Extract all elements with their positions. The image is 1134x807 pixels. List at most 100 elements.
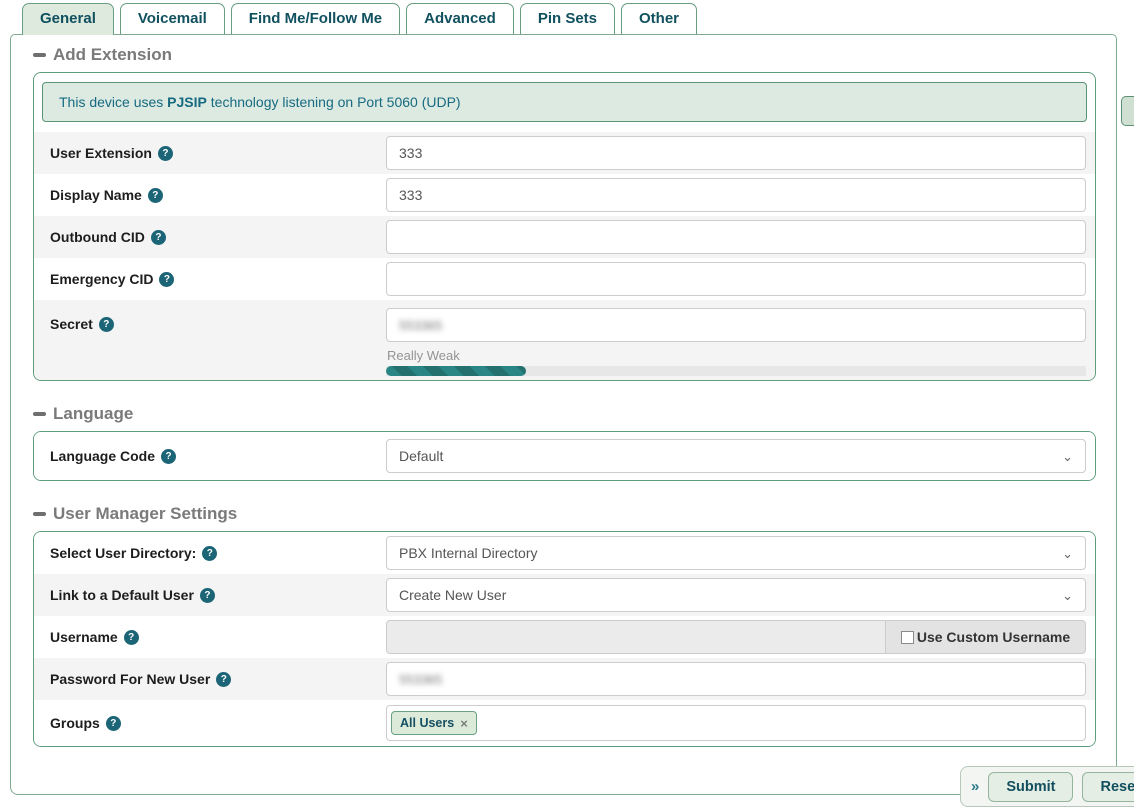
section-title: User Manager Settings	[53, 504, 237, 524]
password-value-redacted: 553365	[399, 672, 442, 687]
groups-row: Groups ? All Users ×	[34, 700, 1095, 746]
help-icon[interactable]: ?	[148, 188, 163, 203]
username-label-wrap: Username ?	[50, 629, 386, 645]
link-default-user-select[interactable]: Create New User ⌄	[386, 578, 1086, 612]
help-icon[interactable]: ?	[158, 146, 173, 161]
collapse-icon[interactable]	[33, 512, 46, 516]
user-directory-row: Select User Directory: ? PBX Internal Di…	[34, 532, 1095, 574]
password-new-user-label: Password For New User	[50, 671, 210, 687]
outbound-cid-label: Outbound CID	[50, 229, 145, 245]
user-extension-input[interactable]	[386, 136, 1086, 170]
groups-multiselect[interactable]: All Users ×	[386, 705, 1086, 741]
outbound-cid-input[interactable]	[386, 220, 1086, 254]
language-fieldset: Language Code ? Default ⌄	[33, 431, 1096, 481]
tab-general[interactable]: General	[22, 3, 114, 35]
pjsip-notice: This device uses PJSIP technology listen…	[42, 82, 1087, 122]
user-extension-label: User Extension	[50, 145, 152, 161]
collapse-icon[interactable]	[33, 53, 46, 57]
user-manager-fieldset: Select User Directory: ? PBX Internal Di…	[33, 531, 1096, 747]
secret-label-wrap: Secret ?	[50, 316, 386, 332]
help-icon[interactable]: ?	[124, 630, 139, 645]
password-new-user-label-wrap: Password For New User ?	[50, 671, 386, 687]
chevron-down-icon: ⌄	[1062, 450, 1073, 463]
user-directory-select[interactable]: PBX Internal Directory ⌄	[386, 536, 1086, 570]
secret-value-redacted: 553365	[399, 318, 442, 333]
add-extension-section-header[interactable]: Add Extension	[33, 45, 1096, 65]
outbound-cid-row: Outbound CID ?	[34, 216, 1095, 258]
general-tab-panel: Add Extension This device uses PJSIP tec…	[10, 34, 1117, 795]
user-directory-selected-value: PBX Internal Directory	[399, 545, 538, 561]
add-extension-fieldset: This device uses PJSIP technology listen…	[33, 72, 1096, 381]
user-manager-section-header[interactable]: User Manager Settings	[33, 504, 1096, 524]
section-title: Add Extension	[53, 45, 172, 65]
password-new-user-input[interactable]: 553365	[386, 662, 1086, 696]
notice-text-suffix: technology listening on Port 5060 (UDP)	[207, 94, 461, 110]
help-icon[interactable]: ?	[216, 672, 231, 687]
help-icon[interactable]: ?	[99, 317, 114, 332]
help-icon[interactable]: ?	[161, 449, 176, 464]
display-name-label: Display Name	[50, 187, 142, 203]
help-icon[interactable]: ?	[159, 272, 174, 287]
help-icon[interactable]: ?	[200, 588, 215, 603]
tab-voicemail[interactable]: Voicemail	[120, 3, 225, 34]
emergency-cid-row: Emergency CID ?	[34, 258, 1095, 300]
language-code-selected-value: Default	[399, 448, 443, 464]
secret-row: Secret ? 553365 Really Weak	[34, 300, 1095, 380]
edge-float-button[interactable]	[1121, 96, 1134, 126]
emergency-cid-label-wrap: Emergency CID ?	[50, 271, 386, 287]
notice-text-prefix: This device uses	[59, 94, 167, 110]
collapse-icon[interactable]	[33, 412, 46, 416]
link-default-user-row: Link to a Default User ? Create New User…	[34, 574, 1095, 616]
group-tag-all-users: All Users ×	[391, 711, 477, 735]
help-icon[interactable]: ?	[106, 716, 121, 731]
help-icon[interactable]: ?	[151, 230, 166, 245]
password-strength-label: Really Weak	[387, 348, 1086, 363]
password-strength-meter	[386, 366, 1086, 376]
tab-find-me-follow-me[interactable]: Find Me/Follow Me	[231, 3, 400, 34]
use-custom-username-checkbox[interactable]	[901, 631, 914, 644]
reset-button[interactable]: Reset	[1082, 772, 1134, 802]
username-row: Username ? Use Custom Username	[34, 616, 1095, 658]
tab-other[interactable]: Other	[621, 3, 697, 34]
password-new-user-row: Password For New User ? 553365	[34, 658, 1095, 700]
chevron-down-icon: ⌄	[1062, 547, 1073, 560]
language-code-label-wrap: Language Code ?	[50, 448, 386, 464]
link-default-user-selected-value: Create New User	[399, 587, 506, 603]
display-name-row: Display Name ?	[34, 174, 1095, 216]
toolbar-expand-icon[interactable]: »	[971, 778, 979, 795]
extension-config-page: General Voicemail Find Me/Follow Me Adva…	[0, 0, 1134, 807]
username-input[interactable]	[386, 620, 886, 654]
emergency-cid-input[interactable]	[386, 262, 1086, 296]
username-label: Username	[50, 629, 118, 645]
tab-pin-sets[interactable]: Pin Sets	[520, 3, 615, 34]
secret-input[interactable]: 553365	[386, 308, 1086, 342]
remove-tag-icon[interactable]: ×	[460, 717, 468, 730]
password-strength-fill	[386, 366, 526, 376]
groups-label: Groups	[50, 715, 100, 731]
use-custom-username-label: Use Custom Username	[917, 629, 1070, 645]
section-title: Language	[53, 404, 133, 424]
language-code-row: Language Code ? Default ⌄	[34, 432, 1095, 480]
help-icon[interactable]: ?	[202, 546, 217, 561]
user-extension-row: User Extension ?	[34, 132, 1095, 174]
tab-bar: General Voicemail Find Me/Follow Me Adva…	[22, 3, 697, 35]
link-default-user-label: Link to a Default User	[50, 587, 194, 603]
user-directory-label: Select User Directory:	[50, 545, 196, 561]
tab-advanced[interactable]: Advanced	[406, 3, 514, 34]
language-code-label: Language Code	[50, 448, 155, 464]
display-name-label-wrap: Display Name ?	[50, 187, 386, 203]
outbound-cid-label-wrap: Outbound CID ?	[50, 229, 386, 245]
notice-technology: PJSIP	[167, 94, 207, 110]
action-toolbar: » Submit Reset	[960, 766, 1134, 807]
use-custom-username-addon: Use Custom Username	[886, 620, 1086, 654]
group-tag-label: All Users	[400, 716, 454, 730]
emergency-cid-label: Emergency CID	[50, 271, 153, 287]
user-extension-label-wrap: User Extension ?	[50, 145, 386, 161]
submit-button[interactable]: Submit	[988, 772, 1073, 802]
link-default-user-label-wrap: Link to a Default User ?	[50, 587, 386, 603]
language-section-header[interactable]: Language	[33, 404, 1096, 424]
language-code-select[interactable]: Default ⌄	[386, 439, 1086, 473]
chevron-down-icon: ⌄	[1062, 589, 1073, 602]
secret-label: Secret	[50, 316, 93, 332]
display-name-input[interactable]	[386, 178, 1086, 212]
